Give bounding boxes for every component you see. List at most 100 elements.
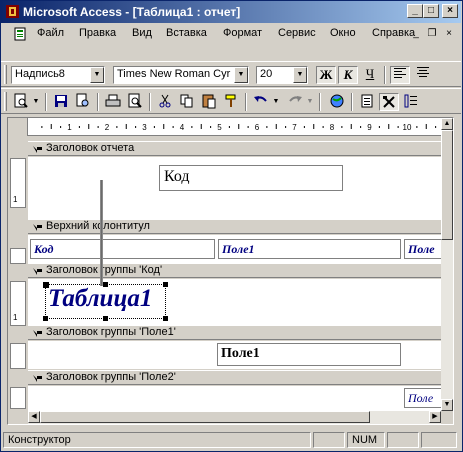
pole1-textbox[interactable]: Поле1 xyxy=(217,343,401,366)
bold-button[interactable]: Ж xyxy=(316,66,336,84)
view-dropdown[interactable]: ▼ xyxy=(31,93,41,111)
copy-button[interactable] xyxy=(177,93,197,111)
band-group-pole1[interactable]: Заголовок группы 'Поле1' xyxy=(28,325,441,340)
band-group-kod[interactable]: Заголовок группы 'Код' xyxy=(28,263,441,278)
status-empty-pane xyxy=(313,432,345,448)
sorting-grouping-button[interactable] xyxy=(401,93,421,111)
report-view-button[interactable] xyxy=(11,93,31,111)
doc-close-button[interactable]: × xyxy=(442,28,456,40)
resize-handle[interactable] xyxy=(103,316,108,321)
status-empty-pane xyxy=(421,432,457,448)
resize-handle[interactable] xyxy=(163,282,168,287)
band-label: Заголовок группы 'Поле1' xyxy=(46,326,176,338)
resize-handle[interactable] xyxy=(103,282,108,287)
toolbar-grip[interactable] xyxy=(4,92,7,111)
ruler-number: 10 xyxy=(403,123,412,132)
copy-icon xyxy=(180,94,193,108)
font-combo[interactable]: Times New Roman Cyr ▼ xyxy=(113,66,249,84)
band-arrow-icon xyxy=(33,268,42,275)
globe-icon xyxy=(330,94,344,108)
save-icon xyxy=(55,95,67,107)
chevron-down-icon[interactable]: ▼ xyxy=(90,67,104,83)
menu-format[interactable]: Формат xyxy=(223,27,262,39)
font-size-combo[interactable]: 20 ▼ xyxy=(256,66,308,84)
section-group-pole2[interactable]: Поле xyxy=(28,386,441,411)
chevron-down-icon[interactable]: ▼ xyxy=(293,67,307,83)
save-button[interactable] xyxy=(51,93,71,111)
title-bar[interactable]: Microsoft Access - [Таблица1 : отчет] _ … xyxy=(1,1,461,23)
menu-edit[interactable]: Правка xyxy=(79,27,116,39)
ruler-number: 7 xyxy=(292,123,297,132)
chevron-down-icon[interactable]: ▼ xyxy=(234,67,248,83)
print-button[interactable] xyxy=(103,93,123,111)
band-report-header[interactable]: Заголовок отчета xyxy=(28,141,441,156)
scroll-thumb[interactable] xyxy=(40,411,370,423)
cut-button[interactable] xyxy=(155,93,175,111)
align-left-button[interactable] xyxy=(390,66,410,84)
kod-textbox[interactable]: Код xyxy=(159,165,343,191)
menu-view[interactable]: Вид xyxy=(132,27,152,39)
redo-button[interactable] xyxy=(285,93,305,111)
minimize-button[interactable]: _ xyxy=(407,4,423,18)
italic-button[interactable]: К xyxy=(338,66,358,84)
scroll-left-icon[interactable]: ◀ xyxy=(28,411,40,423)
object-combo[interactable]: Надпись8 ▼ xyxy=(11,66,105,84)
resize-handle[interactable] xyxy=(163,316,168,321)
paste-icon xyxy=(202,94,216,109)
vertical-scrollbar[interactable]: ▲ ▼ xyxy=(441,118,453,411)
search-file-button[interactable] xyxy=(73,93,93,111)
brush-icon xyxy=(225,94,236,107)
format-painter-button[interactable] xyxy=(221,93,241,111)
ruler-tick xyxy=(163,124,165,129)
ruler-corner[interactable] xyxy=(8,118,28,136)
hyperlink-button[interactable] xyxy=(327,93,347,111)
page-header-label-pole2[interactable]: Поле xyxy=(404,239,441,259)
section-page-header[interactable]: Код Поле1 Поле xyxy=(28,235,441,263)
horizontal-scrollbar[interactable]: ◀ ▶ xyxy=(28,411,441,424)
menu-window[interactable]: Окно xyxy=(330,27,356,39)
undo-dropdown[interactable]: ▼ xyxy=(271,93,281,111)
toolbox-button[interactable] xyxy=(379,93,399,111)
ruler-tick xyxy=(313,124,315,129)
page-header-label-pole1[interactable]: Поле1 xyxy=(218,239,401,259)
pole2-textbox[interactable]: Поле xyxy=(404,388,441,408)
close-button[interactable]: × xyxy=(442,4,458,18)
underline-button[interactable]: Ч xyxy=(360,66,380,84)
print-preview-button[interactable] xyxy=(125,93,145,111)
field-list-icon xyxy=(361,94,373,108)
ruler-tick xyxy=(191,126,193,128)
redo-dropdown[interactable]: ▼ xyxy=(305,93,315,111)
scroll-up-icon[interactable]: ▲ xyxy=(441,118,453,130)
field-list-button[interactable] xyxy=(357,93,377,111)
band-arrow-icon xyxy=(33,146,42,153)
vertical-ruler[interactable]: 1 1 xyxy=(8,138,28,411)
menu-tools[interactable]: Сервис xyxy=(278,27,316,39)
undo-button[interactable] xyxy=(251,93,271,111)
menu-insert[interactable]: Вставка xyxy=(166,27,207,39)
section-group-kod[interactable]: Таблица1 xyxy=(28,279,441,325)
section-report-header[interactable]: Код xyxy=(28,157,441,219)
scroll-thumb[interactable] xyxy=(441,130,453,240)
title-label-selected[interactable]: Таблица1 xyxy=(45,284,166,319)
section-group-pole1[interactable]: Поле1 xyxy=(28,341,441,369)
ruler-tick xyxy=(247,126,249,128)
resize-handle[interactable] xyxy=(43,316,48,321)
band-group-pole2[interactable]: Заголовок группы 'Поле2' xyxy=(28,370,441,385)
maximize-button[interactable]: □ xyxy=(423,4,439,18)
toolbar-grip[interactable] xyxy=(4,65,7,84)
align-center-button[interactable] xyxy=(413,66,433,84)
menu-file[interactable]: Файл xyxy=(37,27,64,39)
paste-button[interactable] xyxy=(199,93,219,111)
horizontal-ruler[interactable]: 1 2 3 4 5 6 7 8 9 10 xyxy=(28,118,441,136)
toolbox-icon xyxy=(383,96,395,108)
document-icon[interactable] xyxy=(13,27,27,41)
formatting-toolbar: Надпись8 ▼ Times New Roman Cyr ▼ 20 ▼ Ж … xyxy=(1,61,461,87)
band-page-header[interactable]: Верхний колонтитул xyxy=(28,219,441,234)
doc-restore-button[interactable]: ❐ xyxy=(425,28,439,40)
scroll-right-icon[interactable]: ▶ xyxy=(429,411,441,423)
move-handle[interactable] xyxy=(43,282,49,288)
doc-minimize-button[interactable]: _ xyxy=(409,28,423,40)
scroll-down-icon[interactable]: ▼ xyxy=(441,399,453,411)
page-header-label-kod[interactable]: Код xyxy=(30,239,215,259)
toolbar-separator xyxy=(351,93,353,111)
